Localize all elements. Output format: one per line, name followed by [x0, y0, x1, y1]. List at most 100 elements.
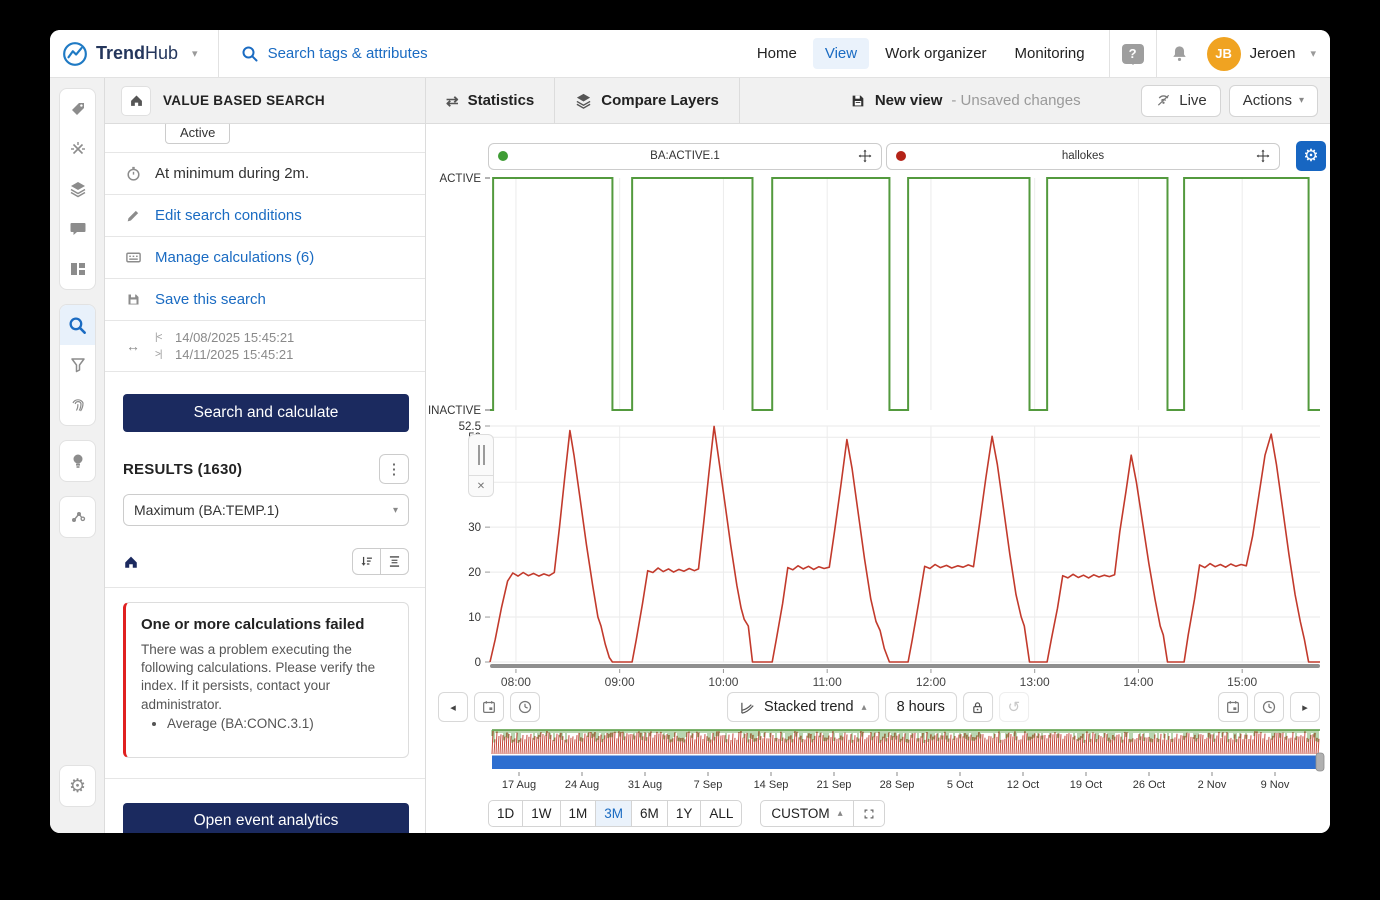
chart-mode-select[interactable]: Stacked trend ▴	[727, 692, 879, 722]
comments-button[interactable]	[60, 209, 95, 249]
sort-button[interactable]	[352, 548, 381, 575]
help-icon: ?	[1121, 43, 1144, 65]
calculations-button[interactable]	[60, 129, 95, 169]
manage-calculations-row[interactable]: Manage calculations (6)	[123, 237, 409, 278]
pan-right-button[interactable]: ▸	[1290, 692, 1320, 722]
open-event-analytics-button[interactable]: Open event analytics	[123, 802, 409, 833]
active-state-chip[interactable]: Active	[165, 124, 231, 144]
manage-calculations-link[interactable]: Manage calculations (6)	[155, 249, 314, 266]
dashboard-button[interactable]	[60, 249, 95, 289]
arrow-right-icon: ▸	[1302, 701, 1308, 714]
layers-button[interactable]	[60, 169, 95, 209]
home-filled-icon[interactable]	[123, 554, 139, 570]
actions-button[interactable]: Actions ▾	[1228, 84, 1318, 117]
comment-icon	[70, 223, 85, 235]
save-search-link[interactable]: Save this search	[155, 291, 266, 308]
collapse-button[interactable]	[380, 548, 409, 575]
edit-conditions-row[interactable]: Edit search conditions	[123, 195, 409, 236]
nav-item-view[interactable]: View	[812, 38, 870, 69]
live-button[interactable]: Live	[1141, 84, 1221, 117]
expand-icon	[864, 809, 874, 818]
series-pill-hallokes[interactable]: hallokes	[886, 142, 1280, 170]
start-time-button[interactable]	[510, 692, 540, 722]
reset-history-button[interactable]: ↺	[998, 692, 1029, 722]
fullscreen-range-button[interactable]	[854, 800, 884, 827]
panel-home-button[interactable]	[121, 85, 151, 116]
range-1m-button[interactable]: 1M	[559, 800, 597, 827]
brand-chevron-down-icon[interactable]: ▾	[192, 47, 198, 60]
pan-left-button[interactable]: ◂	[438, 692, 468, 722]
svg-text:31 Aug: 31 Aug	[628, 779, 662, 791]
collapse-panel-button[interactable]: ✕	[468, 476, 494, 497]
fingerprint-button[interactable]	[60, 385, 95, 425]
funnel-icon	[70, 358, 85, 373]
chart-settings-button[interactable]: ⚙	[1296, 141, 1326, 171]
help-button[interactable]: ?	[1116, 37, 1150, 71]
gear-icon: ⚙	[1303, 146, 1319, 165]
range-3m-button[interactable]: 3M	[595, 800, 633, 827]
compare-layers-icon	[576, 93, 591, 109]
divider	[217, 30, 219, 77]
tab-statistics[interactable]: ⇄ Statistics	[426, 78, 556, 123]
results-menu-button[interactable]: ⋮	[379, 454, 409, 484]
view-info: New view - Unsaved changes	[850, 92, 1081, 109]
rail-group-search	[59, 304, 96, 426]
stacked-trend-icon	[741, 702, 754, 714]
kebab-icon: ⋮	[386, 461, 402, 478]
tags-button[interactable]	[60, 89, 95, 129]
value-search-button[interactable]	[60, 305, 95, 345]
edit-conditions-link[interactable]: Edit search conditions	[155, 207, 302, 224]
drag-grip[interactable]	[468, 434, 494, 476]
svg-text:10:00: 10:00	[708, 675, 738, 689]
settings-button[interactable]: ⚙	[60, 766, 95, 806]
start-date-button[interactable]	[474, 692, 504, 722]
divider	[1155, 30, 1157, 77]
user-menu[interactable]: JB Jeroen ▾	[1206, 36, 1316, 71]
divider	[105, 777, 425, 779]
nav-item-monitoring[interactable]: Monitoring	[1003, 38, 1097, 69]
range-1d-button[interactable]: 1D	[488, 800, 524, 827]
recommendations-button[interactable]	[60, 441, 95, 481]
range-all-button[interactable]: ALL	[700, 800, 743, 827]
results-metric-select[interactable]: Maximum (BA:TEMP.1) ▾	[123, 494, 409, 526]
svg-text:21 Sep: 21 Sep	[817, 779, 852, 791]
results-title: RESULTS (1630)	[123, 460, 243, 478]
custom-range-button[interactable]: CUSTOM ▴	[761, 806, 852, 821]
app-title: TrendHub	[96, 43, 179, 63]
search-tool-icon	[69, 316, 86, 334]
top-navigation-bar: TrendHub ▾ Search tags & attributes Home…	[50, 30, 1330, 78]
calculator-icon	[123, 249, 143, 266]
sort-descending-icon	[361, 556, 372, 566]
end-date-button[interactable]	[1218, 692, 1248, 722]
series-pill-active[interactable]: BA:ACTIVE.1	[488, 142, 882, 170]
window-duration-button[interactable]: 8 hours	[884, 692, 957, 722]
search-and-calculate-button[interactable]: Search and calculate	[123, 394, 409, 432]
search-time-range: ↔ |< 14/08/2025 15:45:21 >| 14/11/2025 1…	[123, 321, 409, 371]
nav-item-home[interactable]: Home	[745, 38, 809, 69]
end-time-button[interactable]	[1254, 692, 1284, 722]
notifications-button[interactable]	[1163, 37, 1197, 71]
app-window: TrendHub ▾ Search tags & attributes Home…	[50, 30, 1330, 833]
lock-range-button[interactable]	[962, 692, 993, 722]
search-placeholder: Search tags & attributes	[267, 45, 428, 62]
digital-state-chart[interactable]: ACTIVE INACTIVE	[426, 170, 1330, 414]
save-search-row[interactable]: Save this search	[123, 279, 409, 320]
tab-compare-layers[interactable]: Compare Layers	[555, 78, 740, 123]
move-icon[interactable]	[858, 149, 872, 163]
series-name: hallokes	[1061, 150, 1105, 162]
related-items-button[interactable]	[60, 497, 95, 537]
time-range-bar: 1D 1W 1M 3M 6M 1Y ALL CUSTOM ▴	[488, 800, 1330, 827]
range-1y-button[interactable]: 1Y	[666, 800, 702, 827]
fingerprint-icon	[71, 399, 84, 412]
timeline-minimap[interactable]: 17 Aug 24 Aug 31 Aug 7 Sep 14 Sep 21 Sep 28 Se…	[426, 728, 1330, 794]
range-6m-button[interactable]: 6M	[631, 800, 668, 827]
nav-item-work-organizer[interactable]: Work organizer	[873, 38, 998, 69]
svg-text:ACTIVE: ACTIVE	[439, 173, 481, 185]
move-icon[interactable]	[1256, 149, 1270, 163]
filter-button[interactable]	[60, 345, 95, 385]
global-search-input[interactable]: Search tags & attributes	[241, 45, 541, 63]
trend-line-chart[interactable]: 0102030405052.508:0009:0010:0011:0012:00…	[426, 414, 1330, 690]
panel-header: VALUE BASED SEARCH	[105, 78, 426, 123]
app-logo[interactable]: TrendHub ▾	[62, 41, 198, 67]
range-1w-button[interactable]: 1W	[522, 800, 561, 827]
